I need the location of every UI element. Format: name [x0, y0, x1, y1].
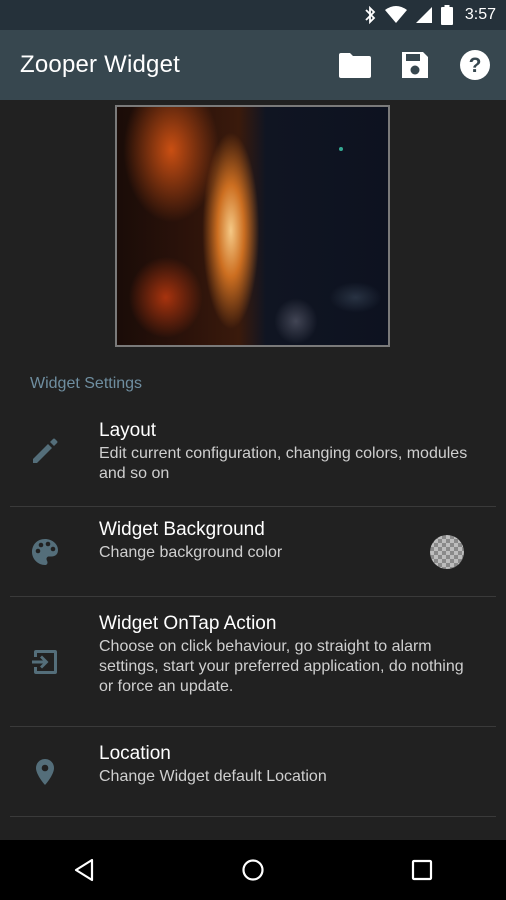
battery-icon: [440, 5, 453, 25]
setting-background-subtitle: Change background color: [99, 544, 283, 561]
setting-location[interactable]: Location Change Widget default Location: [0, 727, 506, 817]
palette-icon: [28, 535, 62, 569]
location-pin-icon: [28, 755, 62, 789]
widget-preview-image: [115, 105, 390, 347]
svg-text:?: ?: [469, 54, 482, 77]
exit-to-app-icon: [28, 645, 62, 679]
save-icon[interactable]: [398, 48, 432, 82]
setting-layout-title: Layout: [99, 420, 157, 441]
folder-icon[interactable]: [338, 48, 372, 82]
app-bar: Zooper Widget ?: [0, 30, 506, 100]
back-icon[interactable]: [54, 840, 114, 900]
status-bar: 3:57: [0, 0, 506, 30]
setting-widget-ontap-action[interactable]: Widget OnTap Action Choose on click beha…: [0, 597, 506, 727]
settings-list: Layout Edit current configuration, chang…: [0, 404, 506, 817]
setting-background-title: Widget Background: [99, 519, 265, 540]
setting-layout-subtitle: Edit current configuration, changing col…: [99, 445, 468, 482]
app-title: Zooper Widget: [20, 51, 181, 78]
preview-spark: [339, 147, 343, 151]
clock-time: 3:57: [464, 6, 496, 23]
signal-icon: [415, 6, 433, 24]
preview-wallpaper: [117, 107, 388, 345]
pencil-icon: [28, 434, 62, 468]
bluetooth-icon: [363, 6, 377, 24]
setting-widget-background[interactable]: Widget Background Change background colo…: [0, 507, 506, 597]
setting-ontap-subtitle: Choose on click behaviour, go straight t…: [99, 638, 464, 695]
setting-location-title: Location: [99, 743, 171, 764]
setting-ontap-title: Widget OnTap Action: [99, 613, 277, 634]
background-color-swatch[interactable]: [430, 535, 464, 569]
wifi-icon: [384, 6, 407, 24]
setting-location-subtitle: Change Widget default Location: [99, 768, 327, 785]
divider: [10, 816, 496, 817]
section-header-widget-settings: Widget Settings: [30, 375, 143, 392]
setting-layout[interactable]: Layout Edit current configuration, chang…: [0, 404, 506, 507]
help-icon[interactable]: ?: [458, 48, 492, 82]
app-bar-actions: ?: [338, 30, 492, 100]
home-icon[interactable]: [223, 840, 283, 900]
navigation-bar: [0, 840, 506, 900]
recents-icon[interactable]: [392, 840, 452, 900]
